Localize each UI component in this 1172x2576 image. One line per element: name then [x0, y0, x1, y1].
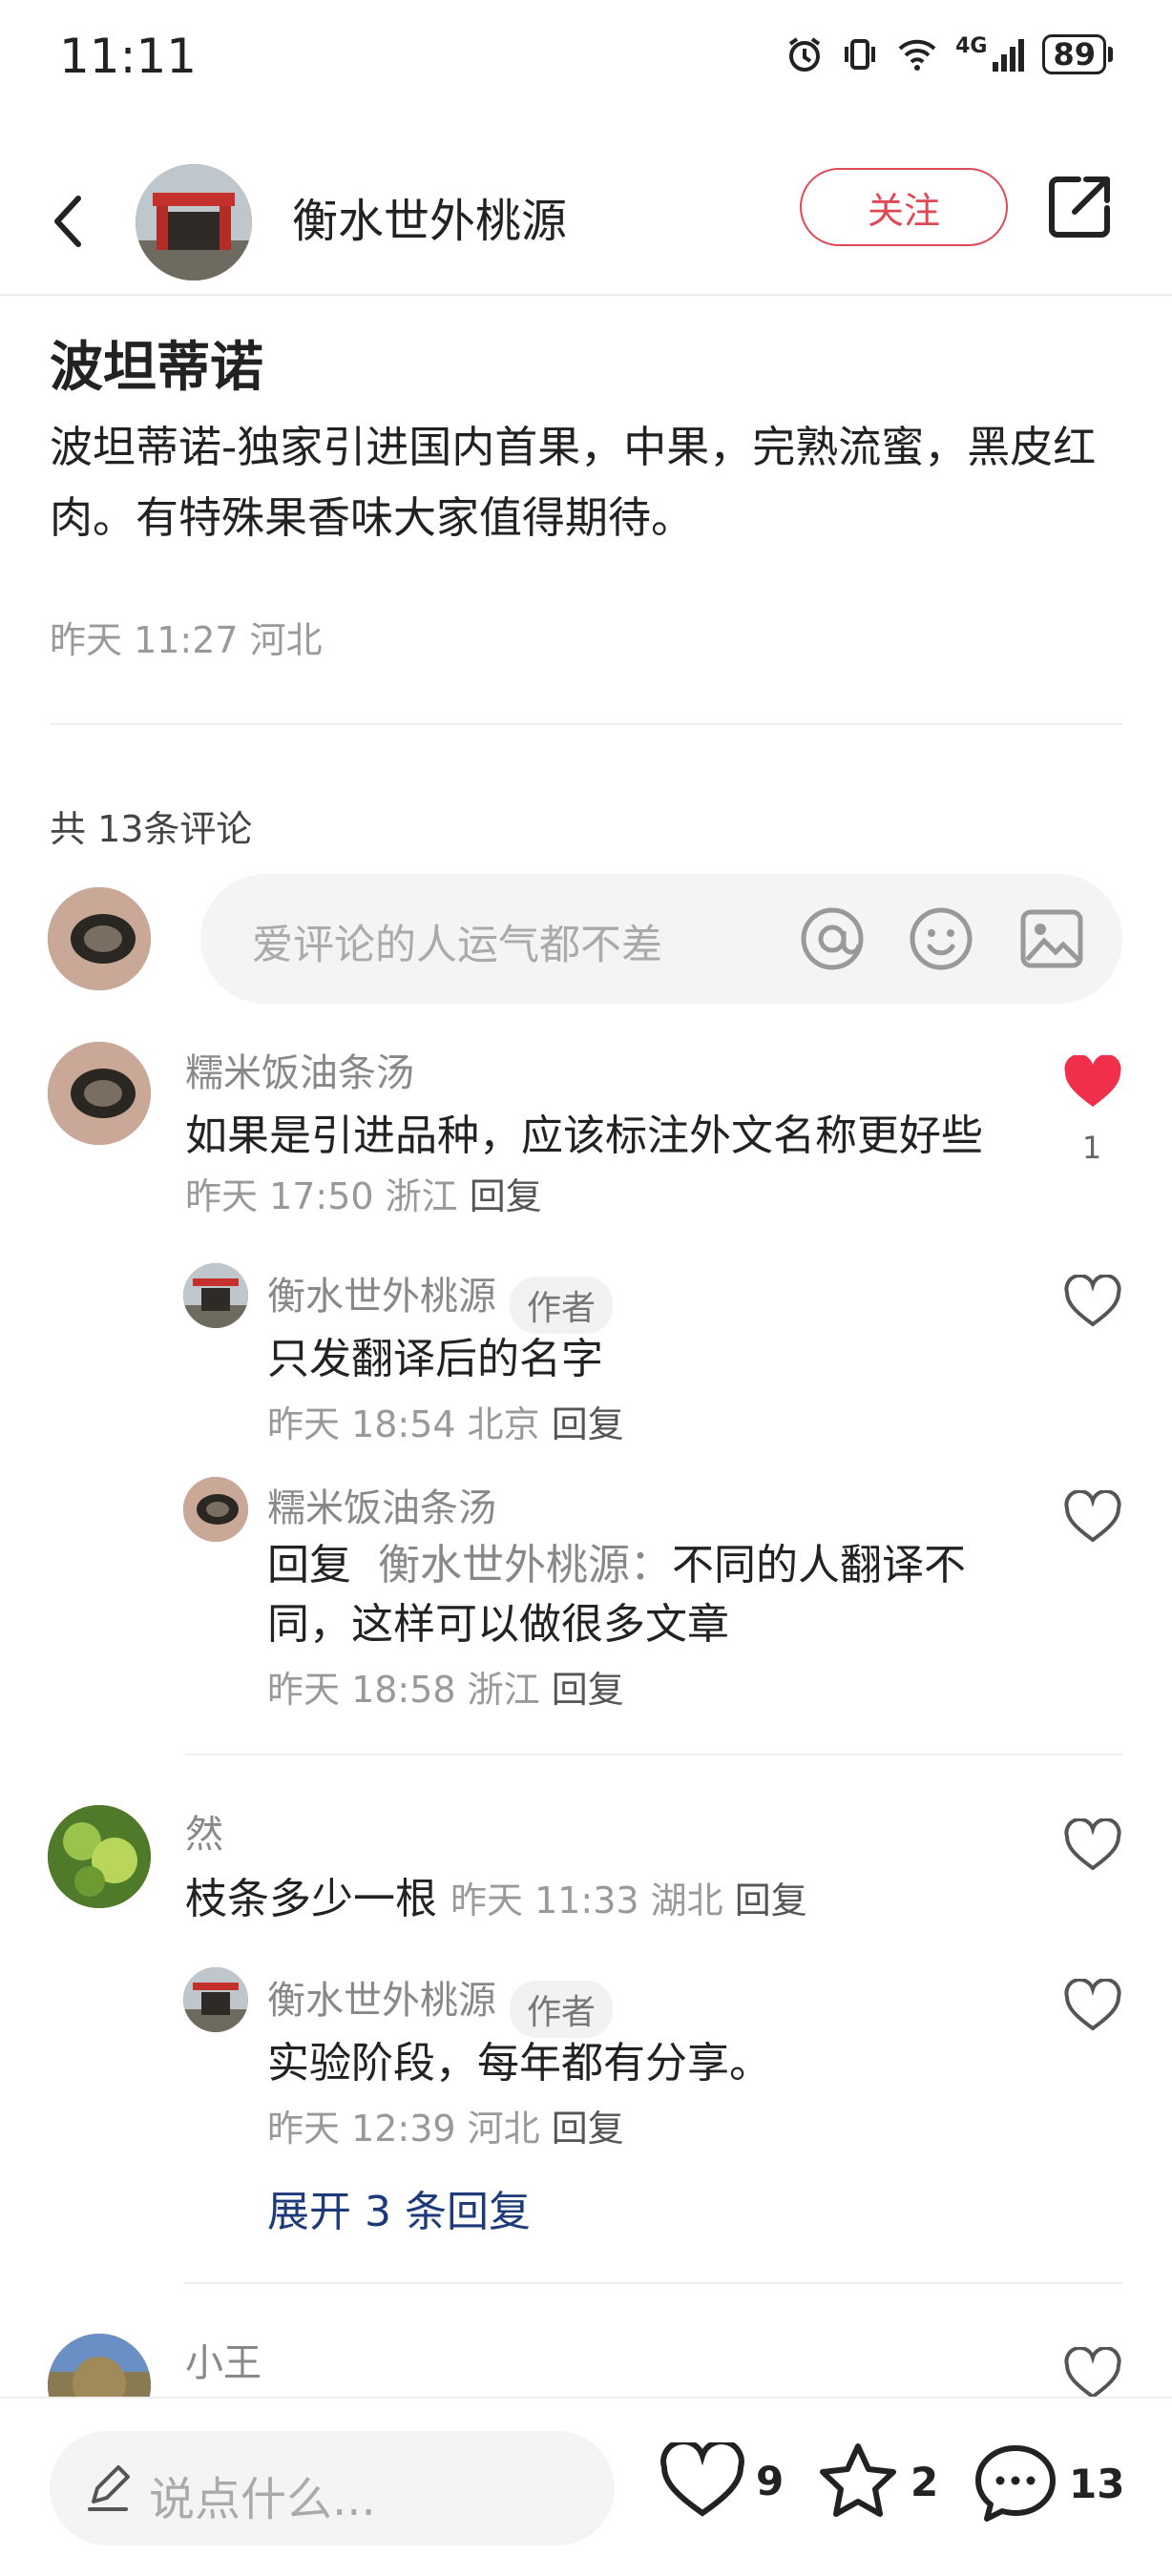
commenter-avatar[interactable] [48, 1805, 151, 1908]
favorite-total: 2 [910, 2458, 939, 2505]
image-icon[interactable] [1017, 904, 1086, 973]
heart-icon[interactable] [1063, 1490, 1122, 1546]
bottom-action-bar: 说点什么... 9 2 13 [0, 2397, 1172, 2576]
comment-total: 13 [1069, 2460, 1125, 2507]
reply-time: 昨天 18:58 浙江 [267, 1669, 540, 1711]
expand-replies-link[interactable]: 展开 3 条回复 [267, 2177, 531, 2238]
post-title: 波坦蒂诺 [50, 337, 263, 399]
my-avatar [48, 887, 151, 990]
comment-text: 枝条多少一根 昨天 11:33 湖北 回复 [185, 1870, 807, 1930]
reply-avatar[interactable] [183, 1477, 248, 1542]
commenter-name[interactable]: 小王 [185, 2332, 262, 2387]
reply-text: 实验阶段，每年都有分享。 [267, 2039, 771, 2088]
reply-button[interactable]: 回复 [552, 1403, 624, 1445]
heart-icon[interactable] [1063, 1275, 1122, 1330]
comment-input[interactable]: 爱评论的人运气都不差 [200, 874, 1122, 1004]
post-meta: 昨天 11:27 河北 [50, 619, 323, 661]
favorite-action[interactable]: 2 [817, 2442, 938, 2521]
reply-text: 只发翻译后的名字 [267, 1335, 603, 1383]
reply-time: 昨天 18:54 北京 [267, 1403, 540, 1445]
star-outline-icon [820, 2443, 896, 2517]
comment-count: 共 13条评论 [50, 808, 253, 850]
reply-header: 衡水世外桃源 作者 [267, 1969, 614, 2038]
reply-text: 回复 衡水世外桃源：不同的人翻译不同，这样可以做很多文章 [267, 1536, 993, 1654]
divider [50, 723, 1122, 725]
liked-heart-icon[interactable] [1063, 1055, 1122, 1111]
comment-time: 昨天 17:50 浙江 [185, 1175, 458, 1217]
reply-name[interactable]: 糯米饭油条汤 [267, 1477, 496, 1532]
like-action[interactable]: 9 [660, 2442, 784, 2519]
commenter-name[interactable]: 然 [185, 1803, 223, 1859]
reply-name[interactable]: 衡水世外桃源 [267, 1979, 496, 2023]
status-time: 11:11 [59, 29, 198, 84]
reply-avatar[interactable] [183, 1263, 248, 1328]
heart-outline-icon [660, 2442, 744, 2517]
author-tag: 作者 [510, 1276, 614, 1334]
reply-meta: 昨天 18:54 北京 回复 [267, 1395, 624, 1447]
reply-avatar[interactable] [183, 1967, 248, 2032]
comment-text: 如果是引进品种，应该标注外文名称更好些 昨天 17:50 浙江 回复 [185, 1107, 1006, 1226]
share-icon[interactable] [1046, 170, 1113, 242]
commenter-name[interactable]: 糯米饭油条汤 [185, 1042, 414, 1097]
mention-icon[interactable] [798, 904, 867, 973]
reply-time: 昨天 12:39 河北 [267, 2108, 540, 2150]
comment-meta: 昨天 17:50 浙江 回复 [185, 1175, 542, 1217]
comment-meta: 昨天 11:33 湖北 回复 [450, 1880, 807, 1922]
battery-indicator: 89 [1042, 34, 1113, 74]
wifi-icon [898, 39, 936, 71]
comment-input-placeholder: 爱评论的人运气都不差 [252, 922, 662, 969]
commenter-avatar[interactable] [48, 1042, 151, 1145]
reply-meta: 昨天 12:39 河北 回复 [267, 2099, 624, 2151]
author-tag: 作者 [510, 1980, 614, 2038]
follow-button[interactable]: 关注 [800, 168, 1008, 246]
vibrate-icon [845, 39, 876, 70]
say-something-input[interactable]: 说点什么... [50, 2431, 615, 2545]
reply-name[interactable]: 衡水世外桃源 [267, 1275, 496, 1319]
reply-header: 衡水世外桃源 作者 [267, 1265, 614, 1334]
heart-icon[interactable] [1063, 2347, 1122, 2402]
comment-body: 枝条多少一根 [185, 1875, 437, 1923]
comment-time: 昨天 11:33 湖北 [450, 1880, 723, 1922]
reply-button[interactable]: 回复 [470, 1175, 542, 1217]
say-placeholder: 说点什么... [149, 2473, 376, 2526]
author-name[interactable]: 衡水世外桃源 [292, 183, 567, 250]
back-arrow-icon[interactable] [38, 172, 95, 267]
reply-button[interactable]: 回复 [735, 1880, 807, 1922]
heart-icon[interactable] [1063, 1818, 1122, 1874]
divider [185, 1754, 1122, 1755]
emoji-icon[interactable] [907, 904, 975, 973]
network-label: 4G [955, 34, 988, 58]
alarm-icon [788, 37, 821, 72]
status-icons: 4G 89 [785, 34, 1113, 74]
pencil-icon [88, 2465, 130, 2511]
reply-meta: 昨天 18:58 浙江 回复 [267, 1660, 624, 1713]
heart-icon[interactable] [1063, 1979, 1122, 2034]
author-avatar[interactable] [136, 164, 252, 280]
like-count: 1 [1081, 1130, 1102, 1166]
like-total: 9 [756, 2457, 785, 2504]
comment-action[interactable]: 13 [973, 2442, 1124, 2524]
reply-button[interactable]: 回复 [552, 2108, 624, 2150]
comment-bubble-icon [975, 2445, 1056, 2522]
reply-prefix: 回复 [267, 1541, 351, 1589]
battery-level: 89 [1042, 34, 1106, 74]
comment-body: 如果是引进品种，应该标注外文名称更好些 [185, 1111, 983, 1160]
reply-button[interactable]: 回复 [552, 1669, 624, 1711]
post-header: 衡水世外桃源 关注 [0, 143, 1172, 296]
reply-to-name[interactable]: 衡水世外桃源： [378, 1541, 672, 1589]
divider [185, 2282, 1122, 2284]
post-body: 波坦蒂诺-独家引进国内首果，中果，完熟流蜜，黑皮红肉。有特殊果香味大家值得期待。 [50, 422, 1097, 543]
signal-icon [993, 39, 1025, 72]
